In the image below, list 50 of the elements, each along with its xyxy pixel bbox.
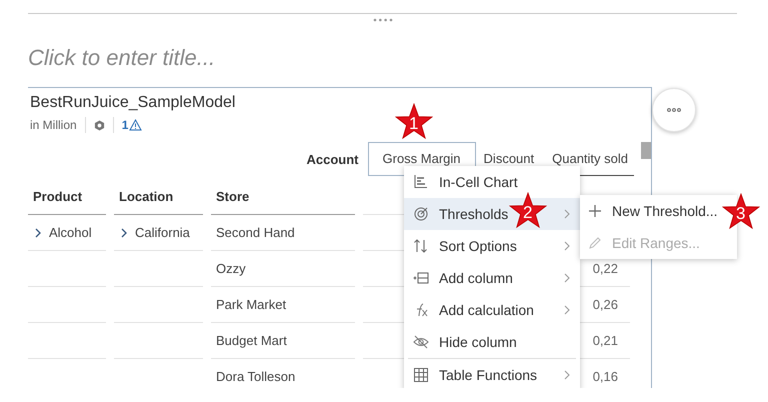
- table-cell: 0,26: [592, 297, 618, 312]
- target-icon: [413, 206, 429, 222]
- star-icon: [722, 193, 760, 231]
- menu-item[interactable]: Add column: [404, 262, 580, 294]
- unit-label: in Million: [30, 118, 77, 132]
- chevron-right-icon: [563, 273, 571, 283]
- star-icon: [509, 192, 547, 230]
- plus-icon: [588, 204, 602, 218]
- table-cell: California: [135, 225, 190, 240]
- menu-item[interactable]: Sort Options: [404, 230, 580, 262]
- table-cell: 0,22: [592, 261, 618, 276]
- hidden-eye-icon: [413, 334, 429, 350]
- dimension-header: Account: [306, 152, 359, 166]
- bar-chart-icon: [413, 174, 429, 190]
- column-header: Product: [28, 179, 106, 215]
- callout-number: 1: [409, 114, 418, 133]
- table-cell: Park Market: [216, 297, 286, 312]
- column-header: Location: [114, 179, 203, 215]
- table-cell: Ozzy: [216, 261, 246, 276]
- add-column-icon: [413, 270, 429, 286]
- chevron-right-icon: [563, 241, 571, 251]
- warning-count[interactable]: 1: [122, 118, 128, 132]
- table-cell: Alcohol: [49, 225, 92, 240]
- pencil-icon: [588, 236, 602, 250]
- widget-title: BestRunJuice_SampleModel: [30, 94, 236, 112]
- grid-icon: [413, 367, 429, 383]
- chevron-right-icon: [563, 370, 571, 380]
- ellipsis-icon: [667, 108, 681, 112]
- table-cell: 0,16: [592, 369, 618, 384]
- menu-item[interactable]: Hide column: [404, 326, 580, 358]
- drag-handle-icon[interactable]: [372, 18, 392, 22]
- callout-number: 2: [523, 203, 532, 222]
- table-cell: Second Hand: [216, 225, 295, 240]
- warning-icon[interactable]: [129, 119, 142, 131]
- model-icon: [94, 120, 105, 130]
- table-cell: Dora Tolleson: [216, 369, 296, 384]
- table-cell: 0,21: [592, 333, 618, 348]
- expand-chevron-icon[interactable]: [119, 226, 129, 238]
- table-cell: Budget Mart: [216, 333, 287, 348]
- sort-icon: [413, 238, 429, 254]
- expand-chevron-icon[interactable]: [33, 226, 43, 238]
- star-icon: [395, 103, 433, 141]
- chevron-right-icon: [563, 305, 571, 315]
- column-header: Store: [211, 179, 355, 215]
- chevron-right-icon: [563, 209, 571, 219]
- menu-item[interactable]: New Threshold...: [580, 195, 726, 227]
- menu-item[interactable]: Add calculation: [404, 294, 580, 326]
- menu-item[interactable]: Table Functions: [404, 359, 580, 388]
- callout-number: 3: [736, 204, 746, 223]
- scrollbar-thumb[interactable]: [641, 142, 651, 159]
